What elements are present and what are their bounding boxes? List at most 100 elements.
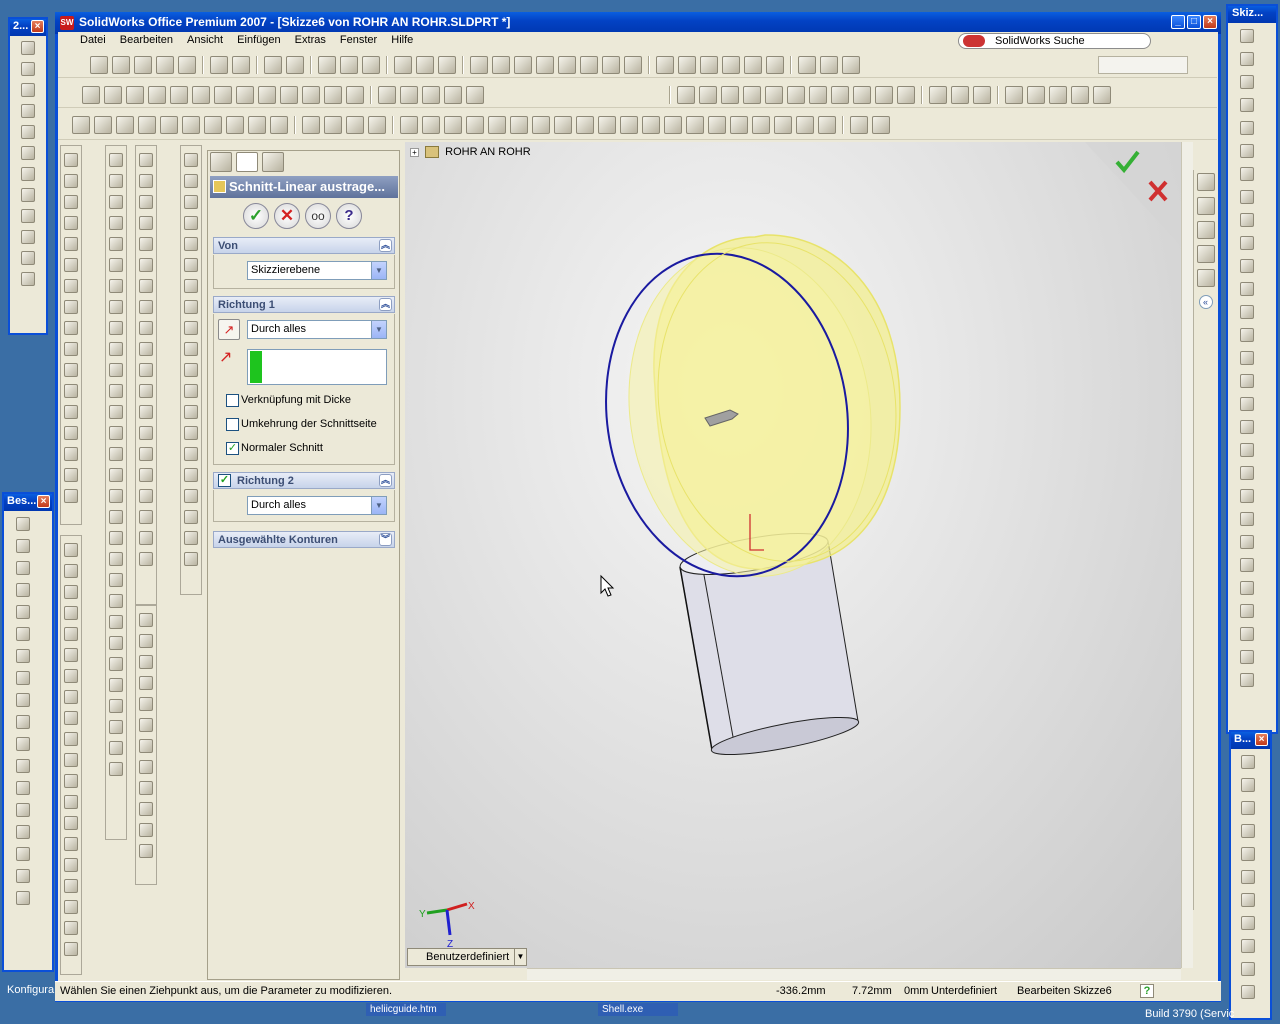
tool-icon[interactable] [109,153,123,167]
sketch-icon[interactable] [470,56,488,74]
tool-icon[interactable] [109,468,123,482]
tool-icon[interactable] [16,847,30,861]
konturen-section-header[interactable]: Ausgewählte Konturen ︾ [213,531,395,548]
tool-icon[interactable] [184,300,198,314]
tool-icon[interactable] [139,468,153,482]
tool-icon[interactable] [16,671,30,685]
tool-icon[interactable] [109,762,123,776]
close-icon[interactable]: × [37,495,50,508]
tool-icon[interactable] [64,195,78,209]
tool-icon[interactable] [16,517,30,531]
tool-icon[interactable] [1240,558,1254,572]
tool-icon[interactable] [139,153,153,167]
tool-icon[interactable] [184,384,198,398]
new-icon[interactable] [90,56,108,74]
tool-icon[interactable] [64,711,78,725]
filter-block-icon[interactable] [730,116,748,134]
tool-icon[interactable] [1240,98,1254,112]
record-icon[interactable] [466,86,484,104]
appearance-icon[interactable] [842,56,860,74]
tool-icon[interactable] [64,405,78,419]
tool-icon[interactable] [16,803,30,817]
tool-icon[interactable] [184,195,198,209]
tool-icon[interactable] [1240,489,1254,503]
funnel-icon[interactable] [400,116,418,134]
checkbox-verknuepfung[interactable] [226,394,239,407]
sketch-point-icon[interactable] [677,86,696,104]
trim-icon[interactable] [765,86,784,104]
sketch-grid-icon[interactable] [951,86,970,104]
filter-face-icon[interactable] [368,116,386,134]
zoom-selection-icon[interactable] [558,56,576,74]
abc-icon[interactable] [72,116,90,134]
table-icon[interactable] [148,86,166,104]
grid-icon[interactable] [170,86,188,104]
explorer-icon[interactable] [1196,221,1215,239]
floating-toolbar-title[interactable]: Skiz... [1228,6,1276,23]
pan-icon[interactable] [602,56,620,74]
tool-icon[interactable] [184,405,198,419]
tool-icon[interactable] [64,942,78,956]
dropdown-arrow-icon[interactable]: ▼ [514,949,526,965]
spell-icon[interactable] [94,116,112,134]
tool-icon[interactable] [139,760,153,774]
tool-icon[interactable] [109,258,123,272]
tool-icon[interactable] [21,125,35,139]
tool-icon[interactable] [21,272,35,286]
shadows-icon[interactable] [766,56,784,74]
search-results-icon[interactable] [1196,245,1215,263]
tool-icon[interactable] [16,737,30,751]
tool-icon[interactable] [16,583,30,597]
box-icon[interactable] [302,86,320,104]
tool-icon[interactable] [64,153,78,167]
tool-icon[interactable] [64,753,78,767]
line-icon[interactable] [400,86,418,104]
tool-icon[interactable] [16,693,30,707]
tool-icon[interactable] [1241,893,1255,907]
relation-icon[interactable] [831,86,850,104]
tool-icon[interactable] [1240,627,1254,641]
tool-icon[interactable] [1240,650,1254,664]
maximize-button[interactable]: □ [1187,15,1201,29]
close-icon[interactable]: × [31,20,44,33]
checkbox-richtung2[interactable]: ✓ [218,474,231,487]
richtung2-end-condition-combo[interactable]: Durch alles ▼ [247,496,387,515]
tool-icon[interactable] [1240,535,1254,549]
tool-icon[interactable] [1240,328,1254,342]
tool-icon[interactable] [184,237,198,251]
funnel-clear-icon[interactable] [422,116,440,134]
tool-icon[interactable] [139,279,153,293]
tool-icon[interactable] [1240,466,1254,480]
tool-icon[interactable] [139,697,153,711]
tool-icon[interactable] [64,279,78,293]
minimize-button[interactable]: _ [1171,15,1185,29]
tool-icon[interactable] [139,489,153,503]
zoom-area-icon[interactable] [514,56,532,74]
tool-icon[interactable] [64,447,78,461]
tool-icon[interactable] [64,384,78,398]
note-icon[interactable] [226,116,244,134]
tool-icon[interactable] [139,655,153,669]
tool-icon[interactable] [64,342,78,356]
shaded-edges-icon[interactable] [722,56,740,74]
shaded-icon[interactable] [744,56,762,74]
tool-icon[interactable] [109,426,123,440]
slash-icon[interactable] [853,86,872,104]
check-icon[interactable] [214,86,232,104]
tool-icon[interactable] [16,891,30,905]
tool-icon[interactable] [109,678,123,692]
tool-icon[interactable] [1241,870,1255,884]
tool-icon[interactable] [1240,52,1254,66]
horizontal-scrollbar[interactable] [527,968,1181,980]
tool-icon[interactable] [139,216,153,230]
help-question-icon[interactable]: ? [336,203,362,229]
preview-glasses-icon[interactable]: oo [305,203,331,229]
expand-down-icon[interactable]: ︾ [379,533,392,546]
tool-icon[interactable] [109,552,123,566]
camera2-icon[interactable] [236,86,254,104]
library-icon[interactable] [1196,197,1215,215]
tool-icon[interactable] [16,539,30,553]
filter-toggle-icon[interactable] [850,116,868,134]
tool-icon[interactable] [139,739,153,753]
circle-icon[interactable] [699,86,718,104]
